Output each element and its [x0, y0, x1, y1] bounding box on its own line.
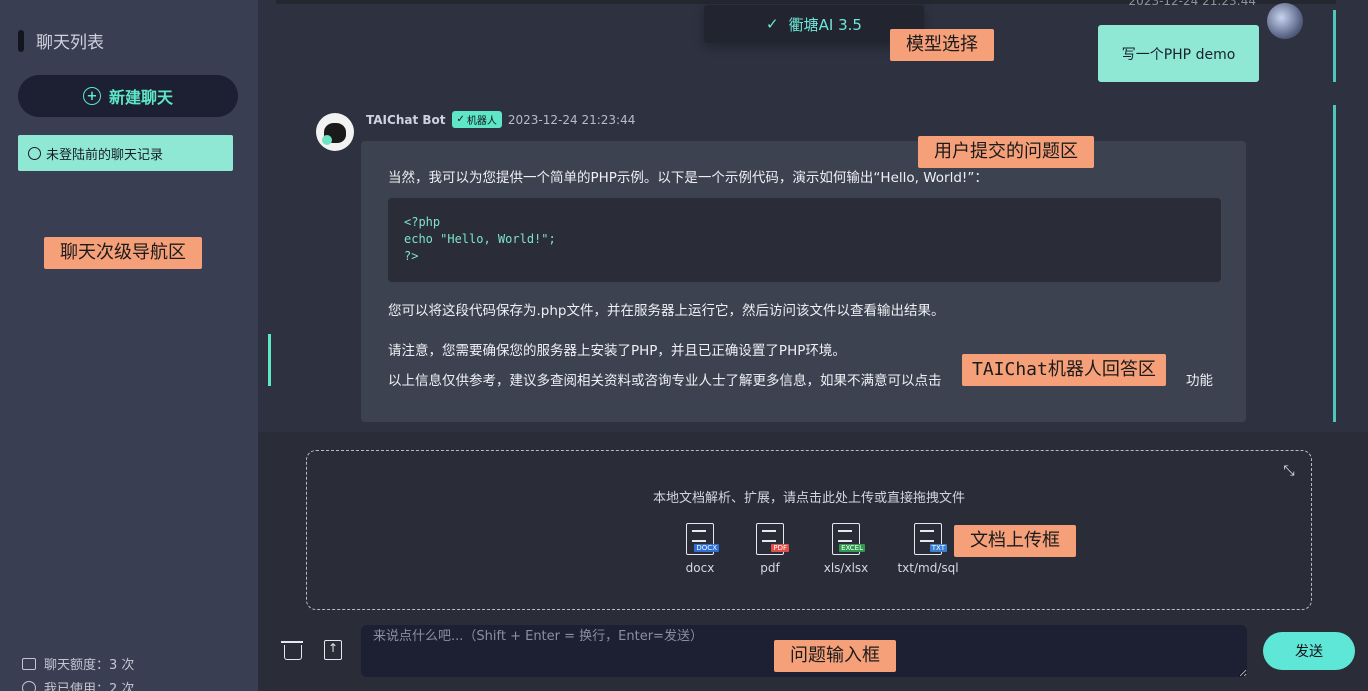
file-type-name: pdf — [760, 561, 780, 575]
new-chat-button[interactable]: + 新建聊天 — [18, 75, 238, 117]
user-message-bubble: 写一个PHP demo — [1098, 25, 1259, 82]
left-accent-bar — [268, 334, 271, 386]
bot-message-time: 2023-12-24 21:23:44 — [507, 112, 636, 127]
excel-icon: EXCEL — [832, 523, 865, 555]
plus-circle-icon: + — [82, 87, 101, 105]
bot-avatar — [316, 113, 354, 151]
chat-used-text: 我已使用：2 次 — [44, 682, 135, 691]
upload-hint: 本地文档解析、扩展，请点击此处上传或直接拖拽文件 — [652, 491, 965, 506]
wallet-icon — [22, 657, 36, 670]
sidebar-title: 聊天列表 — [18, 28, 104, 53]
answer-para-3-end: 功能 — [1186, 373, 1213, 389]
tag-user-question-area: 用户提交的问题区 — [918, 136, 1094, 168]
tag-model-select: 模型选择 — [890, 29, 994, 61]
sidebar: 聊天列表 + 新建聊天 未登陆前的聊天记录 聊天额度：3 次 我已使用：2 次 — [0, 0, 258, 691]
user-message-time: 2023-12-24 21:23:44 — [1128, 0, 1256, 8]
check-icon: ✓ — [766, 15, 779, 33]
robot-badge-text: 机器人 — [466, 116, 497, 127]
chat-area: ✓ 衢塘AI 3.5 2023-12-24 21:23:44 写一个PHP de… — [258, 0, 1368, 432]
excel-tag: EXCEL — [839, 544, 865, 552]
docx-tag: DOCX — [694, 544, 719, 552]
robot-badge: ✓ 机器人 — [451, 111, 502, 128]
scroll-indicator[interactable] — [1333, 105, 1336, 422]
chat-quota: 聊天额度：3 次 — [22, 654, 134, 673]
user-avatar — [1267, 3, 1303, 39]
sidebar-title-text: 聊天列表 — [36, 33, 104, 53]
file-type-name: txt/md/sql — [897, 561, 959, 575]
model-name: 衢塘AI 3.5 — [788, 15, 862, 34]
pdf-tag: PDF — [771, 544, 789, 552]
chat-quota-text: 聊天额度：3 次 — [44, 658, 135, 673]
answer-intro: 当然，我可以为您提供一个简单的PHP示例。以下是一个示例代码，演示如何输出“He… — [388, 170, 988, 186]
file-type-name: docx — [685, 561, 715, 575]
bot-meta: TAIChat Bot ✓ 机器人 2023-12-24 21:23:44 — [366, 111, 635, 128]
tag-sub-nav-area: 聊天次级导航区 — [44, 237, 202, 269]
chat-bubble-icon — [28, 146, 41, 160]
file-type-txt[interactable]: TXT txt/md/sql — [897, 523, 959, 575]
code-line: <?php — [404, 215, 441, 229]
file-type-excel[interactable]: EXCEL xls/xlsx — [817, 523, 875, 575]
collapse-icon[interactable]: ⤡ — [1281, 463, 1297, 479]
chat-history-label: 未登陆前的聊天记录 — [46, 147, 164, 163]
chat-used: 我已使用：2 次 — [22, 678, 134, 691]
tag-upload-box: 文档上传框 — [954, 525, 1076, 557]
chat-history-item[interactable]: 未登陆前的聊天记录 — [18, 135, 233, 171]
file-type-docx[interactable]: DOCX docx — [677, 523, 723, 575]
file-type-list: DOCX docx PDF pdf EXCEL xls/xlsx TXT txt… — [677, 523, 959, 575]
pdf-icon: PDF — [756, 523, 789, 555]
tag-question-input: 问题输入框 — [774, 640, 896, 672]
txt-tag: TXT — [929, 544, 947, 552]
user-message-accent — [1333, 10, 1336, 82]
file-upload-icon[interactable] — [324, 640, 342, 660]
trash-icon[interactable] — [281, 641, 303, 660]
send-button[interactable]: 发送 — [1263, 632, 1355, 670]
answer-para-3: 以上信息仅供参考，建议多查阅相关资料或咨询专业人士了解更多信息，如果不满意可以点… — [388, 373, 942, 389]
answer-para-2: 请注意，您需要确保您的服务器上安装了PHP，并且已正确设置了PHP环境。 — [388, 343, 846, 359]
file-type-name: xls/xlsx — [823, 561, 869, 575]
answer-para-1: 您可以将这段代码保存为.php文件，并在服务器上运行它，然后访问该文件以查看输出… — [388, 303, 945, 319]
file-type-pdf[interactable]: PDF pdf — [747, 523, 793, 575]
docx-icon: DOCX — [686, 523, 719, 555]
title-accent-bar — [18, 29, 24, 52]
bot-name: TAIChat Bot — [366, 112, 446, 127]
code-line: echo "Hello, World!"; — [404, 232, 556, 246]
txt-icon: TXT — [914, 523, 947, 555]
upload-dropzone[interactable]: ⤡ 本地文档解析、扩展，请点击此处上传或直接拖拽文件 DOCX docx PDF… — [306, 450, 1312, 610]
pie-icon — [22, 680, 36, 691]
new-chat-label: 新建聊天 — [108, 88, 173, 107]
code-line: ?> — [404, 249, 419, 263]
tag-bot-answer-area: TAIChat机器人回答区 — [962, 354, 1166, 386]
code-block: <?php echo "Hello, World!"; ?> — [388, 198, 1221, 282]
